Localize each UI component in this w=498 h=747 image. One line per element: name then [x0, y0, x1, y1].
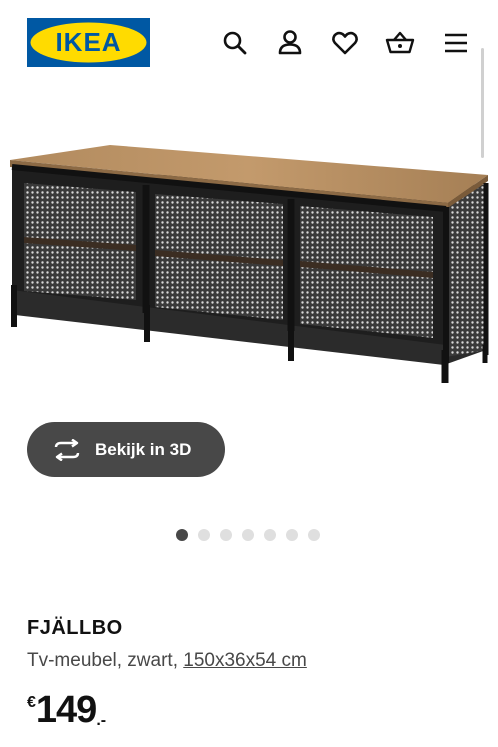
carousel-dot[interactable]	[264, 529, 276, 541]
product-name: FJÄLLBO	[27, 617, 123, 639]
carousel-dot[interactable]	[198, 529, 210, 541]
price-currency: €	[27, 694, 36, 711]
product-dimensions-link[interactable]: 150x36x54 cm	[183, 650, 307, 671]
heart-icon[interactable]	[330, 28, 360, 58]
carousel-dot[interactable]	[308, 529, 320, 541]
search-icon[interactable]	[220, 28, 250, 58]
carousel-dot[interactable]	[176, 529, 188, 541]
product-description: Tv-meubel, zwart, 150x36x54 cm	[27, 650, 307, 672]
view-in-3d-button[interactable]: Bekijk in 3D	[27, 422, 225, 477]
product-price: € 149 .-	[27, 688, 106, 733]
price-decimal: .-	[96, 712, 107, 729]
header: IKEA	[0, 0, 498, 158]
logo-text: IKEA	[55, 27, 121, 57]
view-in-3d-label: Bekijk in 3D	[95, 439, 192, 459]
carousel-dots	[176, 529, 320, 541]
price-amount: 149	[35, 689, 97, 731]
ikea-logo[interactable]: IKEA	[27, 18, 150, 67]
user-icon[interactable]	[275, 28, 305, 58]
carousel-dot[interactable]	[286, 529, 298, 541]
product-type: Tv-meubel, zwart,	[27, 650, 178, 671]
rotate-3d-icon	[52, 438, 82, 461]
carousel-dot[interactable]	[220, 529, 232, 541]
basket-icon[interactable]	[385, 28, 415, 58]
carousel-dot[interactable]	[242, 529, 254, 541]
menu-icon[interactable]	[442, 28, 472, 58]
product-image[interactable]	[0, 95, 498, 395]
